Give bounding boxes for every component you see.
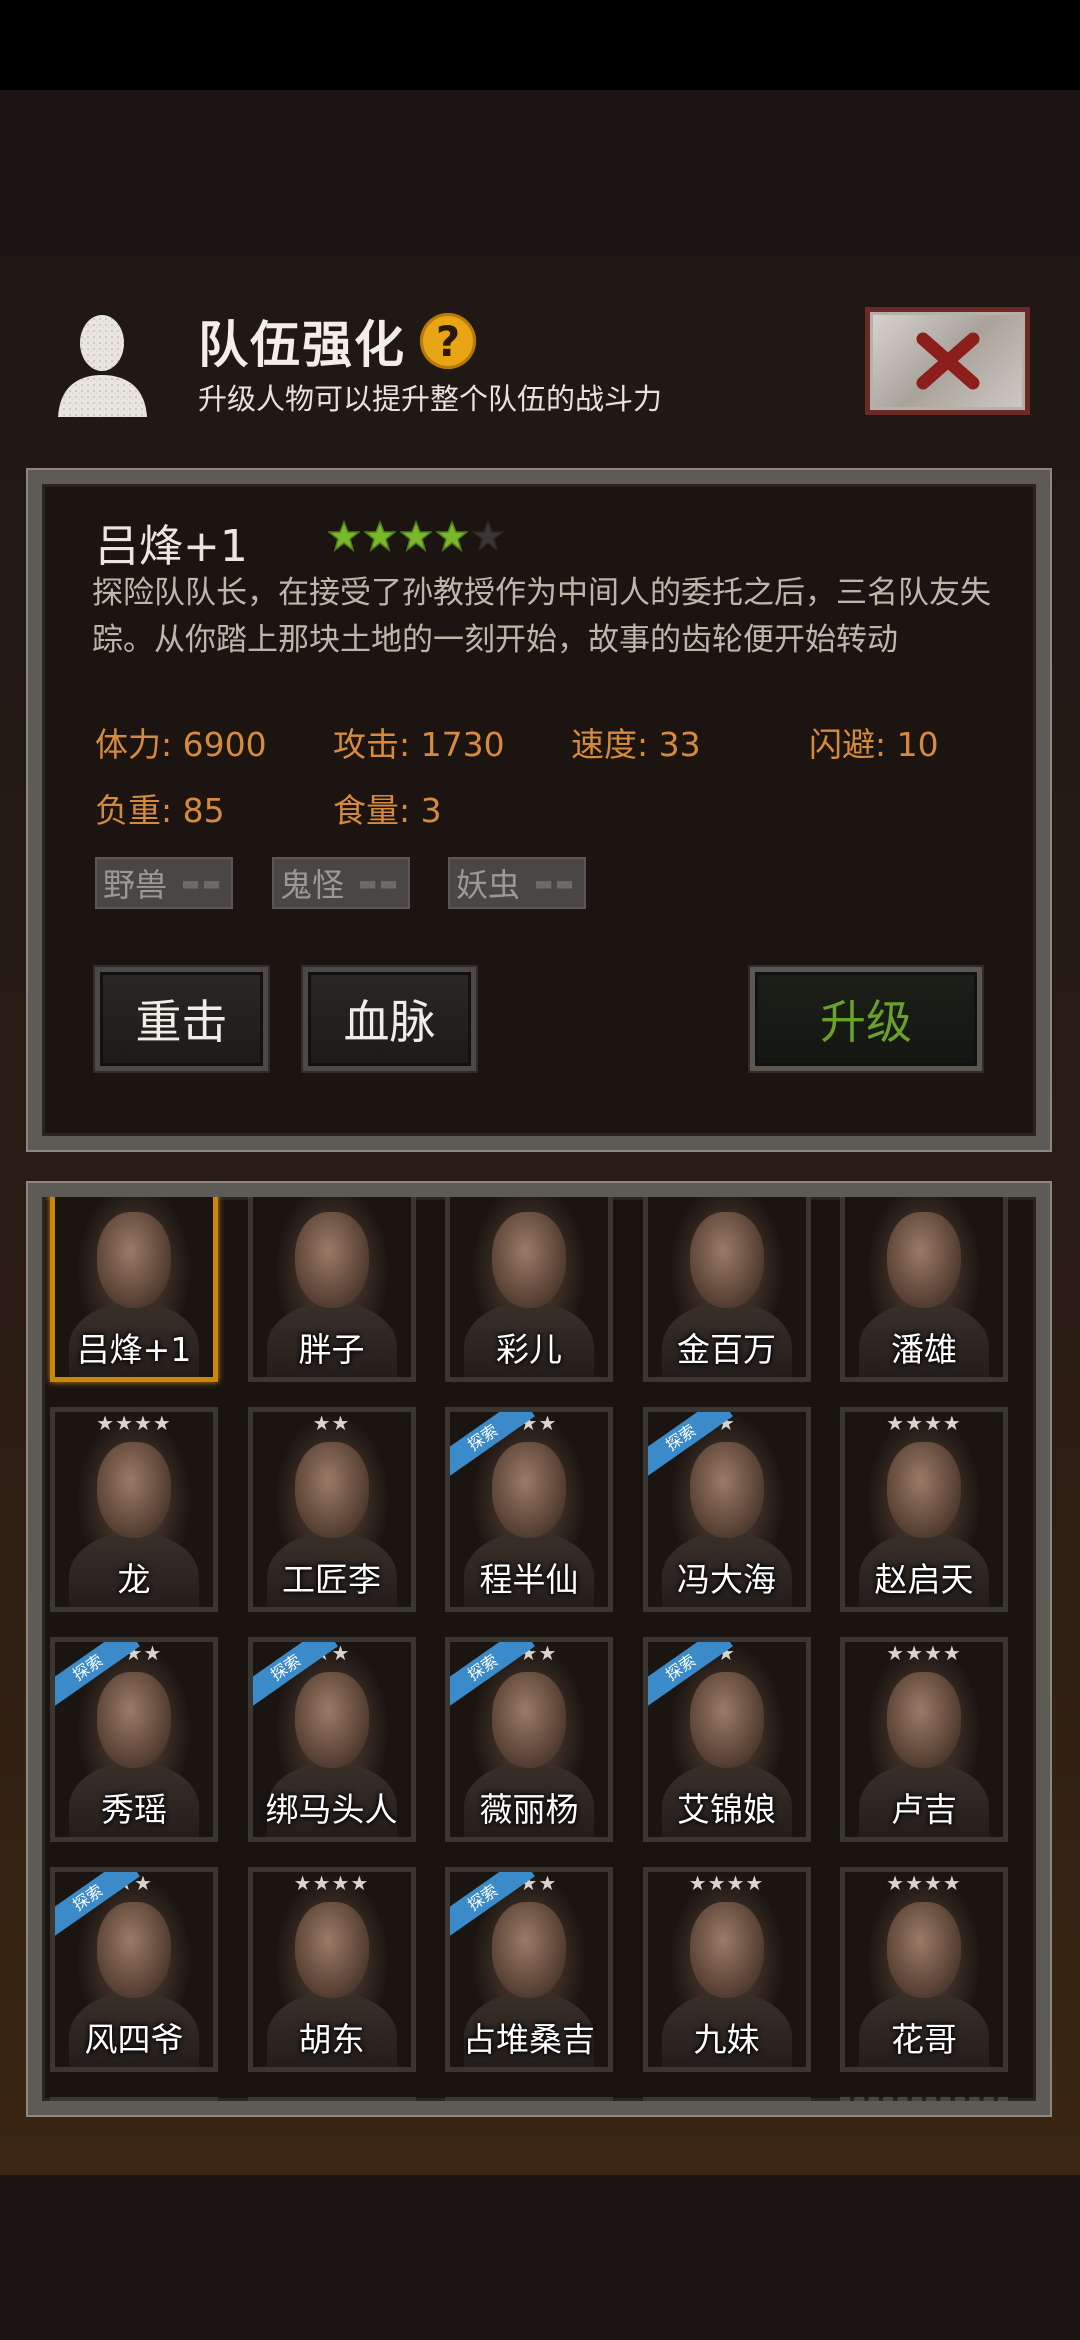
card-star-rating: ★★★★ <box>886 1411 962 1435</box>
roster-card-empty[interactable] <box>840 2097 1008 2101</box>
roster-card[interactable]: ★★★ 探索 占堆桑吉 <box>445 1867 613 2072</box>
card-character-name: 吕烽+1 <box>76 1330 192 1369</box>
star-filled-icon <box>328 520 360 552</box>
roster-card[interactable]: ★★ 探索 绑马头人 <box>247 1637 416 1842</box>
roster-card[interactable]: ★★★探索 <box>50 2097 218 2115</box>
explore-ribbon-badge: 探索 <box>248 2097 338 2115</box>
card-character-name: 绑马头人 <box>265 1790 398 1829</box>
card-character-name: 卢吉 <box>891 1790 957 1829</box>
card-star-rating: ★★★ <box>105 2101 163 2115</box>
roster-card[interactable]: ★★★★ 花哥 <box>840 1867 1008 2072</box>
character-portrait <box>450 2102 608 2115</box>
roster-card[interactable]: ★ 探索 冯大海 <box>642 1407 811 1612</box>
tag-insect: 妖虫 ▬▬ <box>448 857 586 909</box>
card-character-name: 风四爷 <box>84 2020 184 2059</box>
card-star-rating: ★★★★ <box>688 1871 765 1895</box>
explore-ribbon-badge: 探索 <box>643 2097 733 2115</box>
character-roster-grid: 吕烽+1 胖子 彩儿 金百万 潘雄 ★★★★ 龙 ★★ 工匠李 ★★★ 探索 程半仙 ★ 探索 冯大海 ★★★… <box>28 1183 1050 2115</box>
card-character-name: 胡东 <box>298 2020 365 2059</box>
card-star-rating: ★★★★ <box>293 1871 370 1895</box>
star-filled-icon <box>400 520 432 552</box>
card-character-name: 薇丽杨 <box>479 1790 579 1829</box>
card-star-rating: ★★★★ <box>96 1411 172 1435</box>
card-character-name: 冯大海 <box>677 1560 776 1599</box>
card-star-rating: ★★★ <box>500 2101 558 2115</box>
user-silhouette-icon <box>58 315 147 417</box>
close-button[interactable] <box>865 307 1030 415</box>
character-star-rating <box>328 520 504 552</box>
roster-card[interactable]: ★★★探索 <box>445 2097 613 2115</box>
roster-card[interactable]: ★★★ 探索 程半仙 <box>445 1407 613 1612</box>
card-character-name: 艾锦娘 <box>677 1790 776 1829</box>
tag-label: 妖虫 <box>456 866 521 904</box>
star-filled-icon <box>436 520 468 552</box>
character-portrait <box>253 2102 411 2115</box>
card-character-name: 占堆桑吉 <box>463 2020 595 2059</box>
skill-heavy-strike-button[interactable]: 重击 <box>95 967 268 1071</box>
roster-card[interactable]: ★★★探索 <box>642 2097 811 2115</box>
roster-card[interactable]: ★★★★ 卢吉 <box>840 1637 1008 1842</box>
card-character-name: 彩儿 <box>496 1330 562 1369</box>
close-x-icon <box>916 332 979 390</box>
stat-speed: 速度: 33 <box>571 725 701 764</box>
stat-food: 食量: 3 <box>333 791 442 830</box>
roster-card[interactable]: 彩儿 <box>445 1197 613 1382</box>
card-character-name: 秀瑶 <box>101 1790 167 1829</box>
character-portrait <box>648 2102 806 2115</box>
roster-card[interactable]: ★★ 工匠李 <box>247 1407 416 1612</box>
roster-card[interactable]: ★★★ 探索 薇丽杨 <box>445 1637 613 1842</box>
character-portrait <box>55 2102 213 2115</box>
roster-card[interactable]: ★★★★ 龙 <box>50 1407 218 1612</box>
card-character-name: 潘雄 <box>891 1330 957 1369</box>
stat-dodge: 闪避: 10 <box>809 725 939 764</box>
roster-card[interactable]: 潘雄 <box>840 1197 1008 1382</box>
roster-card[interactable]: ★★★ 探索 秀瑶 <box>50 1637 218 1842</box>
card-star-rating: ★★ <box>312 1411 351 1435</box>
status-bar <box>0 0 1080 90</box>
skill-bloodline-button[interactable]: 血脉 <box>303 967 476 1071</box>
card-character-name: 花哥 <box>891 2020 957 2059</box>
tag-ghost: 鬼怪 ▬▬ <box>272 857 410 909</box>
stat-load: 负重: 85 <box>95 791 225 830</box>
roster-card[interactable]: ★★探索 <box>247 2097 416 2115</box>
page-title: 队伍强化 <box>198 316 406 374</box>
card-star-rating: ★★★★ <box>886 1641 962 1665</box>
card-character-name: 九妹 <box>693 2020 760 2059</box>
help-icon[interactable]: ? <box>420 313 476 369</box>
card-character-name: 程半仙 <box>479 1560 579 1599</box>
card-star-rating: ★★ <box>312 2101 351 2115</box>
card-character-name: 金百万 <box>677 1330 776 1369</box>
card-character-name: 龙 <box>117 1560 151 1599</box>
explore-ribbon-badge: 探索 <box>50 2097 140 2115</box>
character-name: 吕烽+1 <box>95 521 248 572</box>
stat-attack: 攻击: 1730 <box>333 725 505 764</box>
star-empty-icon <box>472 520 504 552</box>
character-description: 探险队队长，在接受了孙教授作为中间人的委托之后，三名队友失踪。从你踏上那块土地的… <box>92 575 991 658</box>
roster-card[interactable]: 吕烽+1 <box>50 1197 218 1382</box>
roster-card[interactable]: ★ 探索 艾锦娘 <box>642 1637 811 1842</box>
roster-card[interactable]: 胖子 <box>247 1197 416 1382</box>
tag-beast: 野兽 ▬▬ <box>95 857 233 909</box>
card-star-rating: ★★★ <box>698 2101 755 2115</box>
upgrade-button[interactable]: 升级 <box>750 967 982 1071</box>
card-character-name: 工匠李 <box>282 1560 381 1599</box>
roster-card[interactable]: ★★★★ 九妹 <box>642 1867 811 2072</box>
page-subtitle: 升级人物可以提升整个队伍的战斗力 <box>198 382 663 416</box>
star-filled-icon <box>364 520 396 552</box>
roster-card[interactable]: ★★★★ 赵启天 <box>840 1407 1008 1612</box>
tag-label: 鬼怪 <box>280 866 345 904</box>
stat-hp: 体力: 6900 <box>95 725 267 764</box>
roster-card[interactable]: 金百万 <box>642 1197 811 1382</box>
card-star-rating: ★★★★ <box>886 1871 962 1895</box>
tag-label: 野兽 <box>103 866 168 904</box>
bottom-bar <box>0 2175 1080 2340</box>
roster-card[interactable]: ★★★★ 胡东 <box>247 1867 416 2072</box>
explore-ribbon-badge: 探索 <box>445 2097 535 2115</box>
card-character-name: 赵启天 <box>874 1560 974 1599</box>
card-character-name: 胖子 <box>298 1330 365 1369</box>
roster-card[interactable]: ★★ 探索 风四爷 <box>50 1867 218 2072</box>
